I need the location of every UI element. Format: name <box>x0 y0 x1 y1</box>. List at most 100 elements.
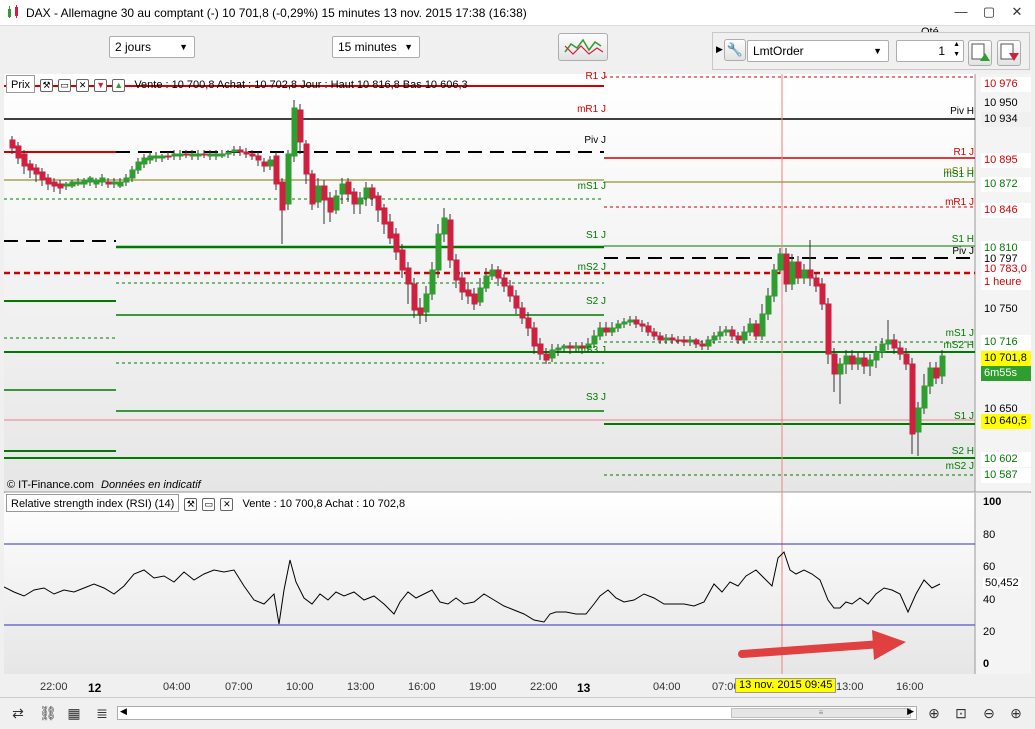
window-icon[interactable]: ▭ <box>58 78 72 92</box>
candle-body <box>741 331 748 341</box>
rsi-axis-label: 80 <box>983 529 996 541</box>
collapse-arrow-icon[interactable]: ▶ <box>716 44 723 55</box>
maximize-button[interactable]: ▢ <box>978 4 1000 20</box>
price-axis-label: 10 976 <box>981 77 1031 92</box>
copyright-text: © IT-Finance.com <box>7 479 94 491</box>
candle-body <box>681 339 688 343</box>
candle-body <box>309 173 316 205</box>
time-axis-tick: 07:00 <box>225 681 253 693</box>
arrow-down-icon[interactable]: ▼ <box>94 78 108 92</box>
candle-body <box>753 323 760 337</box>
layers-icon[interactable]: ≣ <box>92 703 112 723</box>
candle-body <box>9 139 16 149</box>
price-axis-label: 10 587 <box>981 468 1031 483</box>
interval-select[interactable]: 15 minutes ▼ <box>332 36 420 58</box>
sell-order-button[interactable] <box>997 40 1021 66</box>
pivot-label: mS1 J <box>945 328 974 339</box>
scroll-left-icon[interactable]: ◀ <box>120 706 127 717</box>
rsi-axis-label: 0 <box>983 658 990 670</box>
time-axis-tick: 16:00 <box>896 681 924 693</box>
price-panel-header: Prix ⚒ ▭ ✕ ▼ ▲ Vente : 10 700,8 Achat : … <box>6 75 468 93</box>
candle-body <box>639 323 646 327</box>
rsi-panel-label[interactable]: Relative strength index (RSI) (14) <box>6 494 180 512</box>
sell-icon <box>1000 43 1019 61</box>
wrench-icon[interactable]: 🔧 <box>724 39 746 61</box>
candle-body <box>351 191 358 205</box>
candle-body <box>237 149 244 153</box>
rsi-axis-label: 50,452 <box>983 577 1021 589</box>
candle-body <box>99 177 106 183</box>
candle-body <box>381 207 388 225</box>
time-axis-tick: 13:00 <box>836 681 864 693</box>
zoom-out-icon[interactable]: ⊖ <box>979 703 999 723</box>
candle-body <box>855 357 862 365</box>
buy-icon <box>971 43 990 61</box>
candle-body <box>279 181 286 211</box>
grid-icon[interactable]: ▦ <box>64 703 84 723</box>
order-type-select[interactable]: LmtOrder ▼ <box>747 40 889 62</box>
candle-body <box>771 269 778 297</box>
arrow-up-icon[interactable]: ▲ <box>112 78 126 92</box>
rsi-axis-label: 100 <box>983 496 1002 508</box>
candle-body <box>609 327 616 333</box>
candle-body <box>783 253 790 285</box>
candle-body <box>423 293 430 313</box>
candle-body <box>369 187 376 199</box>
candle-body <box>291 107 298 157</box>
candle-body <box>867 359 874 367</box>
order-type-value: LmtOrder <box>753 44 804 58</box>
chart-add-icon[interactable]: ⊕ <box>924 703 944 723</box>
minimize-button[interactable]: — <box>950 4 972 20</box>
close-icon[interactable]: ✕ <box>76 78 90 92</box>
zoom-fit-icon[interactable]: ⊡ <box>951 703 971 723</box>
candle-body <box>297 109 304 143</box>
candle-body <box>57 183 64 189</box>
close-icon[interactable]: ✕ <box>220 497 234 511</box>
time-axis-tick: 12 <box>88 681 102 695</box>
price-panel-info: Vente : 10 700,8 Achat : 10 702,8 Jour :… <box>134 79 468 91</box>
price-axis-label: 10 716 <box>981 335 1031 350</box>
pivot-label: R1 J <box>953 147 974 158</box>
cursor-date-label: 13 nov. 2015 09:45 <box>735 678 837 693</box>
pivot-label: Piv J <box>584 135 606 146</box>
candle-body <box>105 181 112 185</box>
candle-body <box>495 269 502 279</box>
candle-body <box>687 339 694 343</box>
period-select[interactable]: 2 jours ▼ <box>109 36 195 58</box>
stepper-icon[interactable]: ▲ ▼ <box>953 40 960 60</box>
scroll-right-icon[interactable]: ▶ <box>907 706 914 717</box>
candle-body <box>525 317 532 329</box>
title-bar: DAX - Allemagne 30 au comptant (-) 10 70… <box>0 0 1035 26</box>
pivot-label: Piv H <box>950 106 974 117</box>
horizontal-scrollbar[interactable]: ◀ ≡ ▶ <box>117 706 917 720</box>
qty-input[interactable]: 1 ▲ ▼ <box>896 40 964 62</box>
close-button[interactable]: ✕ <box>1006 4 1028 20</box>
scroll-thumb[interactable]: ≡ <box>731 708 911 718</box>
chart-canvas[interactable] <box>4 74 1031 674</box>
price-panel-label[interactable]: Prix <box>6 75 35 93</box>
candle-body <box>177 153 184 157</box>
zoom-in-icon[interactable]: ⊕ <box>1006 703 1026 723</box>
time-axis-tick: 22:00 <box>40 681 68 693</box>
time-axis-tick: 04:00 <box>163 681 191 693</box>
window-icon[interactable]: ▭ <box>202 497 216 511</box>
price-axis-label: 10 701,8 <box>981 351 1031 366</box>
candle-body <box>627 319 634 323</box>
candle-body <box>21 153 28 167</box>
candle-body <box>819 283 826 305</box>
sync-icon[interactable]: ⇄ <box>8 703 28 723</box>
candle-body <box>483 275 490 289</box>
candle-body <box>849 355 856 365</box>
candle-body <box>447 219 454 261</box>
indicators-button[interactable] <box>558 33 608 61</box>
link-icon[interactable]: ⛓ <box>38 703 58 723</box>
wrench-icon[interactable]: ⚒ <box>40 78 54 92</box>
wrench-icon[interactable]: ⚒ <box>184 497 198 511</box>
candle-body <box>45 177 52 185</box>
buy-order-button[interactable] <box>968 40 992 66</box>
candle-body <box>825 303 832 355</box>
candle-body <box>597 327 604 337</box>
candle-body <box>477 287 484 303</box>
price-axis-label: 1 heure <box>981 275 1031 290</box>
candle-body <box>333 195 340 211</box>
